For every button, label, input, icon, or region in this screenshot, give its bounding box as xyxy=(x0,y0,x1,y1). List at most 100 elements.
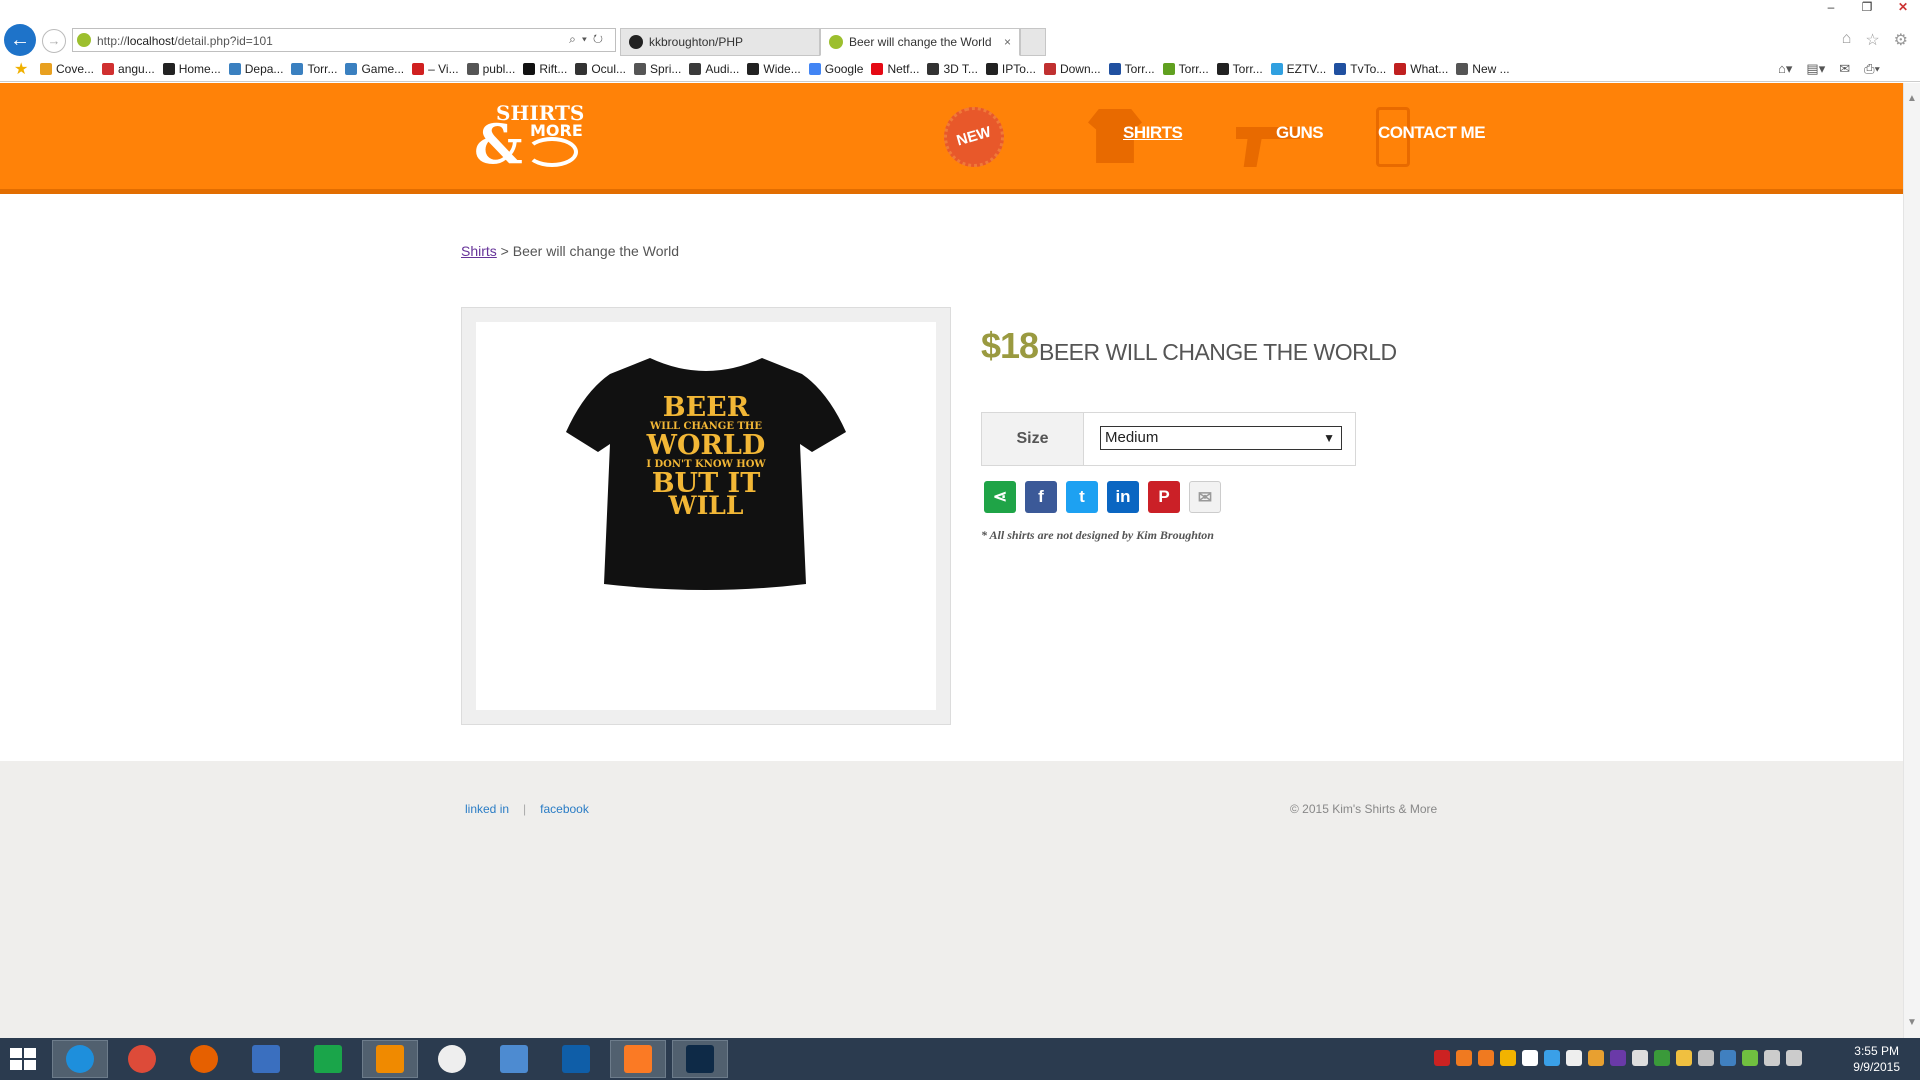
forward-button[interactable]: → xyxy=(42,29,66,53)
favorites-star-icon[interactable]: ★ xyxy=(14,59,28,79)
taskbar-chrome-icon[interactable] xyxy=(114,1040,170,1078)
nav-link-guns[interactable]: GUNS xyxy=(1276,123,1324,143)
scroll-down-icon[interactable]: ▼ xyxy=(1907,1017,1917,1028)
favorite-label: angu... xyxy=(118,62,155,76)
volume-icon[interactable] xyxy=(1786,1050,1802,1066)
tray-icon[interactable] xyxy=(1720,1050,1736,1066)
taskbar-firefox-icon[interactable] xyxy=(176,1040,232,1078)
footer-link-linkedin[interactable]: linked in xyxy=(465,802,509,816)
favorite-item[interactable]: Torr... xyxy=(1216,62,1263,76)
favorite-item[interactable]: TvTo... xyxy=(1334,62,1386,76)
favorite-item[interactable]: Ocul... xyxy=(575,62,626,76)
footer-link-facebook[interactable]: facebook xyxy=(540,802,589,816)
vertical-scrollbar[interactable]: ▲ ▼ xyxy=(1903,83,1920,1038)
favorite-item[interactable]: EZTV... xyxy=(1270,62,1326,76)
windows-start-icon[interactable] xyxy=(10,1048,36,1070)
favorite-item[interactable]: IPTo... xyxy=(985,62,1036,76)
size-select[interactable]: Medium ▼ xyxy=(1100,426,1342,450)
minimize-icon[interactable]: – xyxy=(1824,0,1838,14)
taskbar-bracket-icon[interactable] xyxy=(548,1040,604,1078)
tray-icon[interactable] xyxy=(1500,1050,1516,1066)
favorite-item[interactable]: Cove... xyxy=(40,62,94,76)
refresh-icon[interactable]: ↻ xyxy=(593,32,609,46)
favorite-item[interactable]: Torr... xyxy=(1162,62,1209,76)
clock[interactable]: 3:55 PM 9/9/2015 xyxy=(1853,1043,1900,1075)
favorite-label: IPTo... xyxy=(1001,62,1036,76)
favorite-item[interactable]: What... xyxy=(1394,62,1448,76)
taskbar-computer-icon[interactable] xyxy=(238,1040,294,1078)
linkedin-icon[interactable]: in xyxy=(1107,481,1139,513)
favorite-item[interactable]: publ... xyxy=(466,62,515,76)
home-menu-icon[interactable]: ⌂▾ xyxy=(1778,61,1792,77)
favorite-item[interactable]: angu... xyxy=(102,62,155,76)
taskbar-remote-icon[interactable] xyxy=(486,1040,542,1078)
tab-active[interactable]: Beer will change the World × xyxy=(820,28,1020,56)
favorite-item[interactable]: New ... xyxy=(1456,62,1510,76)
favorite-item[interactable]: 3D T... xyxy=(927,62,978,76)
tray-icon[interactable] xyxy=(1610,1050,1626,1066)
feeds-icon[interactable]: ▤▾ xyxy=(1806,61,1825,77)
tray-icon[interactable] xyxy=(1632,1050,1648,1066)
settings-gear-icon[interactable]: ⚙ xyxy=(1894,30,1908,50)
taskbar-ie-icon[interactable] xyxy=(52,1040,108,1078)
close-window-icon[interactable]: ✕ xyxy=(1896,0,1910,14)
chevron-down-icon: ▼ xyxy=(1323,431,1335,445)
favorite-item[interactable]: Wide... xyxy=(747,62,801,76)
taskbar-xampp-icon[interactable] xyxy=(610,1040,666,1078)
search-icon[interactable]: ⌕ xyxy=(569,32,582,46)
breadcrumb-link-shirts[interactable]: Shirts xyxy=(461,243,497,259)
tray-icon[interactable] xyxy=(1434,1050,1450,1066)
address-bar[interactable]: http://localhost/detail.php?id=101 ⌕▾↻ xyxy=(72,28,616,52)
scroll-up-icon[interactable]: ▲ xyxy=(1907,93,1917,104)
nav-link-shirts[interactable]: SHIRTS xyxy=(1123,123,1183,143)
taskbar-vlc-icon[interactable] xyxy=(362,1040,418,1078)
nav-link-contact[interactable]: CONTACT ME xyxy=(1378,123,1486,143)
tray-icon[interactable] xyxy=(1698,1050,1714,1066)
network-icon[interactable] xyxy=(1764,1050,1780,1066)
tray-icon[interactable] xyxy=(1676,1050,1692,1066)
new-badge[interactable]: NEW xyxy=(936,99,1012,175)
favorite-item[interactable]: Torr... xyxy=(291,62,337,76)
taskbar: 3:55 PM 9/9/2015 xyxy=(0,1038,1920,1080)
favorite-item[interactable]: Torr... xyxy=(1108,62,1155,76)
home-icon[interactable]: ⌂ xyxy=(1842,30,1852,50)
favorites-star-icon[interactable]: ☆ xyxy=(1865,30,1879,50)
mail-icon[interactable]: ✉ xyxy=(1839,61,1850,77)
tray-icon[interactable] xyxy=(1522,1050,1538,1066)
pinterest-icon[interactable]: P xyxy=(1148,481,1180,513)
twitter-icon[interactable]: t xyxy=(1066,481,1098,513)
tray-icon[interactable] xyxy=(1654,1050,1670,1066)
url-text[interactable]: http://localhost/detail.php?id=101 xyxy=(97,34,273,48)
favorite-item[interactable]: Rift... xyxy=(523,62,567,76)
favorite-site-icon xyxy=(345,63,358,75)
favorite-item[interactable]: Home... xyxy=(162,62,221,76)
favorite-item[interactable]: – Vi... xyxy=(412,62,459,76)
new-tab-button[interactable] xyxy=(1020,28,1046,56)
taskbar-eye-icon[interactable] xyxy=(424,1040,480,1078)
print-icon[interactable]: ⎙▾ xyxy=(1864,61,1880,77)
taskbar-store-icon[interactable] xyxy=(300,1040,356,1078)
favorite-item[interactable]: Spri... xyxy=(634,62,681,76)
tray-icon[interactable] xyxy=(1566,1050,1582,1066)
email-icon[interactable]: ✉ xyxy=(1189,481,1221,513)
tab-close-icon[interactable]: × xyxy=(1004,29,1011,55)
back-button[interactable]: ← xyxy=(4,24,36,56)
tray-icon[interactable] xyxy=(1478,1050,1494,1066)
tray-icon[interactable] xyxy=(1544,1050,1560,1066)
favorite-item[interactable]: Game... xyxy=(345,62,404,76)
favorite-item[interactable]: Depa... xyxy=(228,62,283,76)
tray-icon[interactable] xyxy=(1742,1050,1758,1066)
restore-icon[interactable]: ❐ xyxy=(1860,0,1874,14)
facebook-icon[interactable]: f xyxy=(1025,481,1057,513)
favorite-label: Ocul... xyxy=(591,62,627,76)
tray-icon[interactable] xyxy=(1588,1050,1604,1066)
dropdown-icon[interactable]: ▾ xyxy=(582,32,593,46)
taskbar-photoshop-icon[interactable] xyxy=(672,1040,728,1078)
tray-icon[interactable] xyxy=(1456,1050,1472,1066)
favorite-item[interactable]: Google xyxy=(808,62,863,76)
tab-github[interactable]: kkbroughton/PHP xyxy=(620,28,820,56)
share-icon[interactable]: ⋖ xyxy=(984,481,1016,513)
favorite-item[interactable]: Down... xyxy=(1043,62,1101,76)
favorite-item[interactable]: Audi... xyxy=(689,62,739,76)
favorite-item[interactable]: Netf... xyxy=(871,62,919,76)
